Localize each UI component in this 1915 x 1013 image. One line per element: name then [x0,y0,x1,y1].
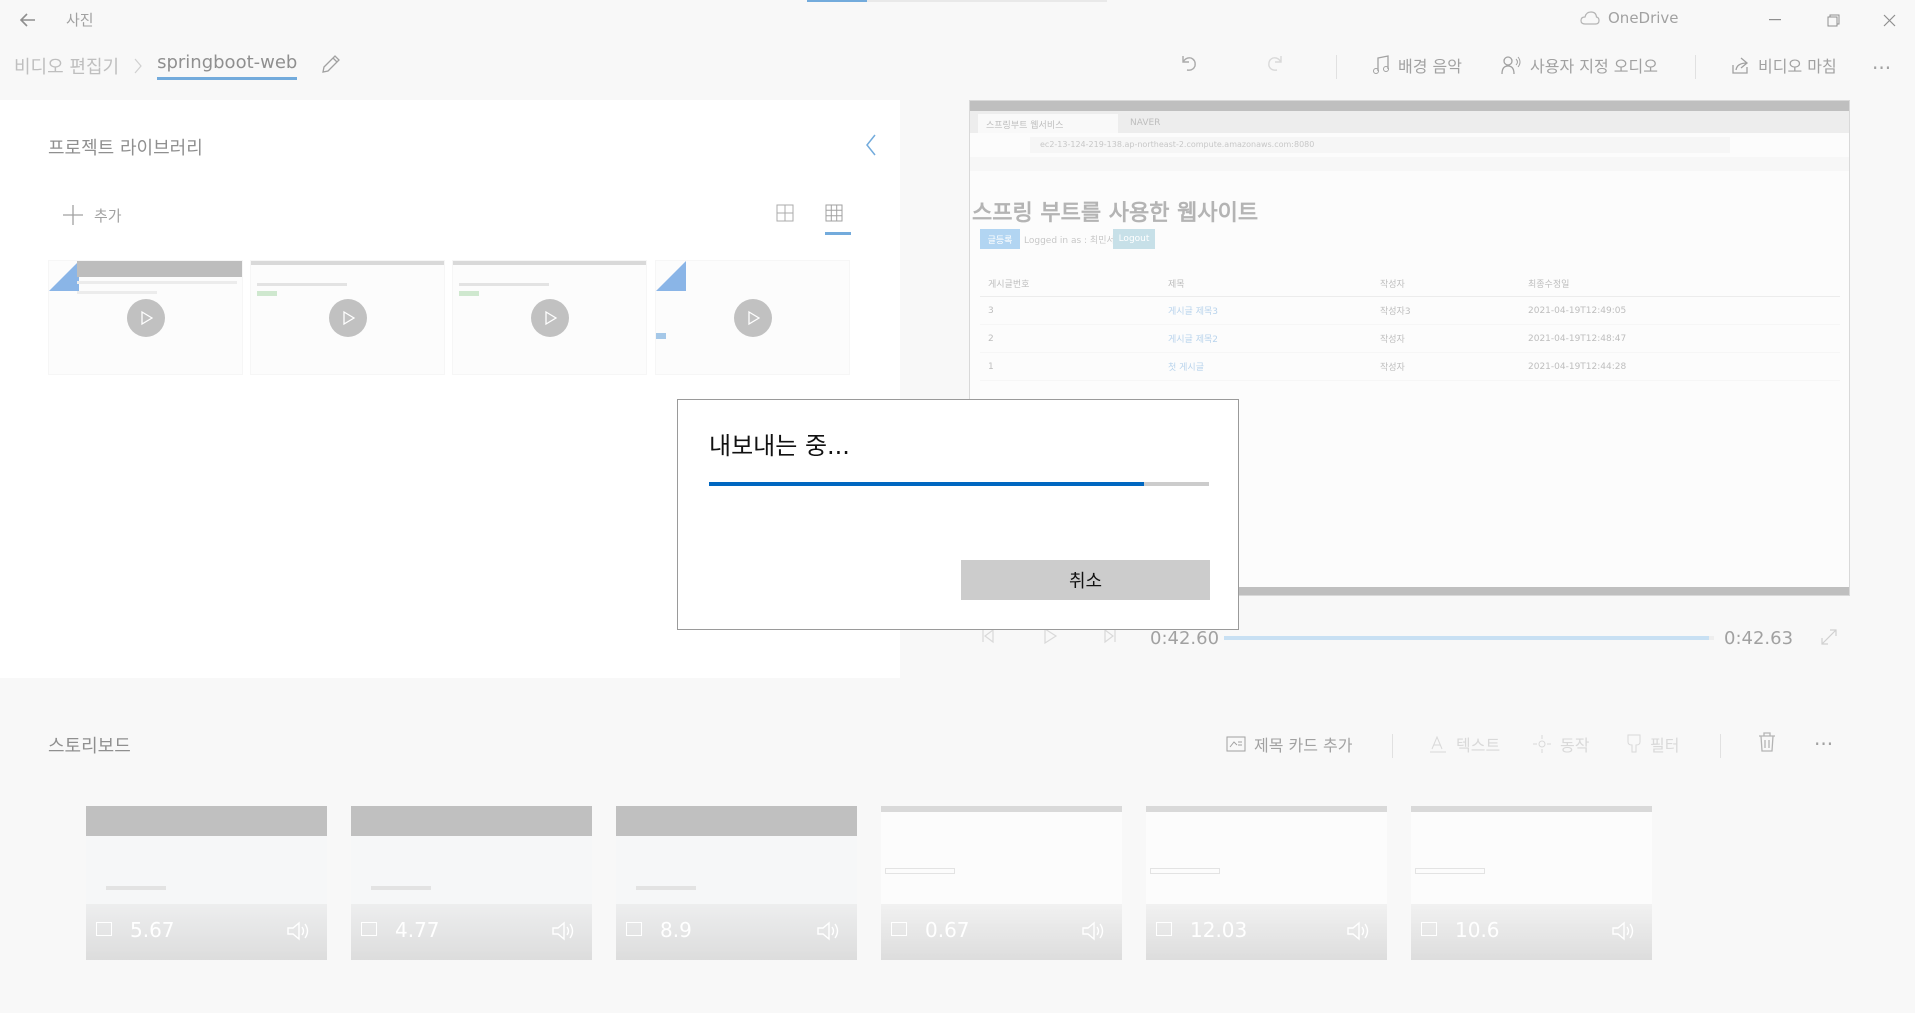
export-dialog-title: 내보내는 중... [709,432,850,460]
cancel-export-button[interactable]: 취소 [961,560,1210,600]
export-progress-fill [709,482,1144,486]
export-progress-bar [709,482,1209,486]
export-progress-dialog: 내보내는 중... 취소 [677,399,1239,630]
